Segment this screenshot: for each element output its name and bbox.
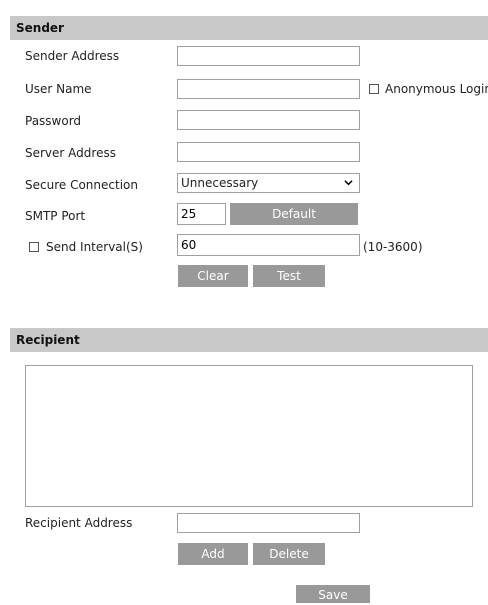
smtp-port-label: SMTP Port [25,209,86,223]
user-name-label: User Name [25,82,92,96]
sender-address-field[interactable] [177,46,360,66]
sender-section-header: Sender [10,16,488,40]
send-interval-checkbox[interactable] [29,242,39,252]
recipient-list[interactable] [25,365,473,507]
server-address-label: Server Address [25,146,116,160]
sender-address-label: Sender Address [25,49,120,63]
secure-connection-label: Secure Connection [25,178,138,192]
chevron-down-icon [344,180,353,186]
default-button[interactable]: Default [230,203,358,225]
password-field[interactable] [177,110,360,130]
user-name-field[interactable] [177,79,360,99]
anonymous-login-checkbox[interactable] [369,84,379,94]
send-interval-field[interactable] [177,234,360,256]
delete-button[interactable]: Delete [253,543,325,565]
recipient-address-field[interactable] [177,513,360,533]
save-button[interactable]: Save [296,585,370,603]
recipient-address-label: Recipient Address [25,516,133,530]
anonymous-login-label: Anonymous Login [385,82,488,96]
send-interval-label: Send Interval(S) [46,240,143,254]
clear-button[interactable]: Clear [178,265,248,287]
test-button[interactable]: Test [253,265,325,287]
server-address-field[interactable] [177,142,360,162]
smtp-port-field[interactable] [177,203,226,225]
secure-connection-value: Unnecessary [181,176,259,190]
send-interval-range: (10-3600) [363,240,423,254]
recipient-section-header: Recipient [10,328,488,352]
add-button[interactable]: Add [178,543,248,565]
password-label: Password [25,114,82,128]
secure-connection-select[interactable]: Unnecessary [177,173,360,193]
